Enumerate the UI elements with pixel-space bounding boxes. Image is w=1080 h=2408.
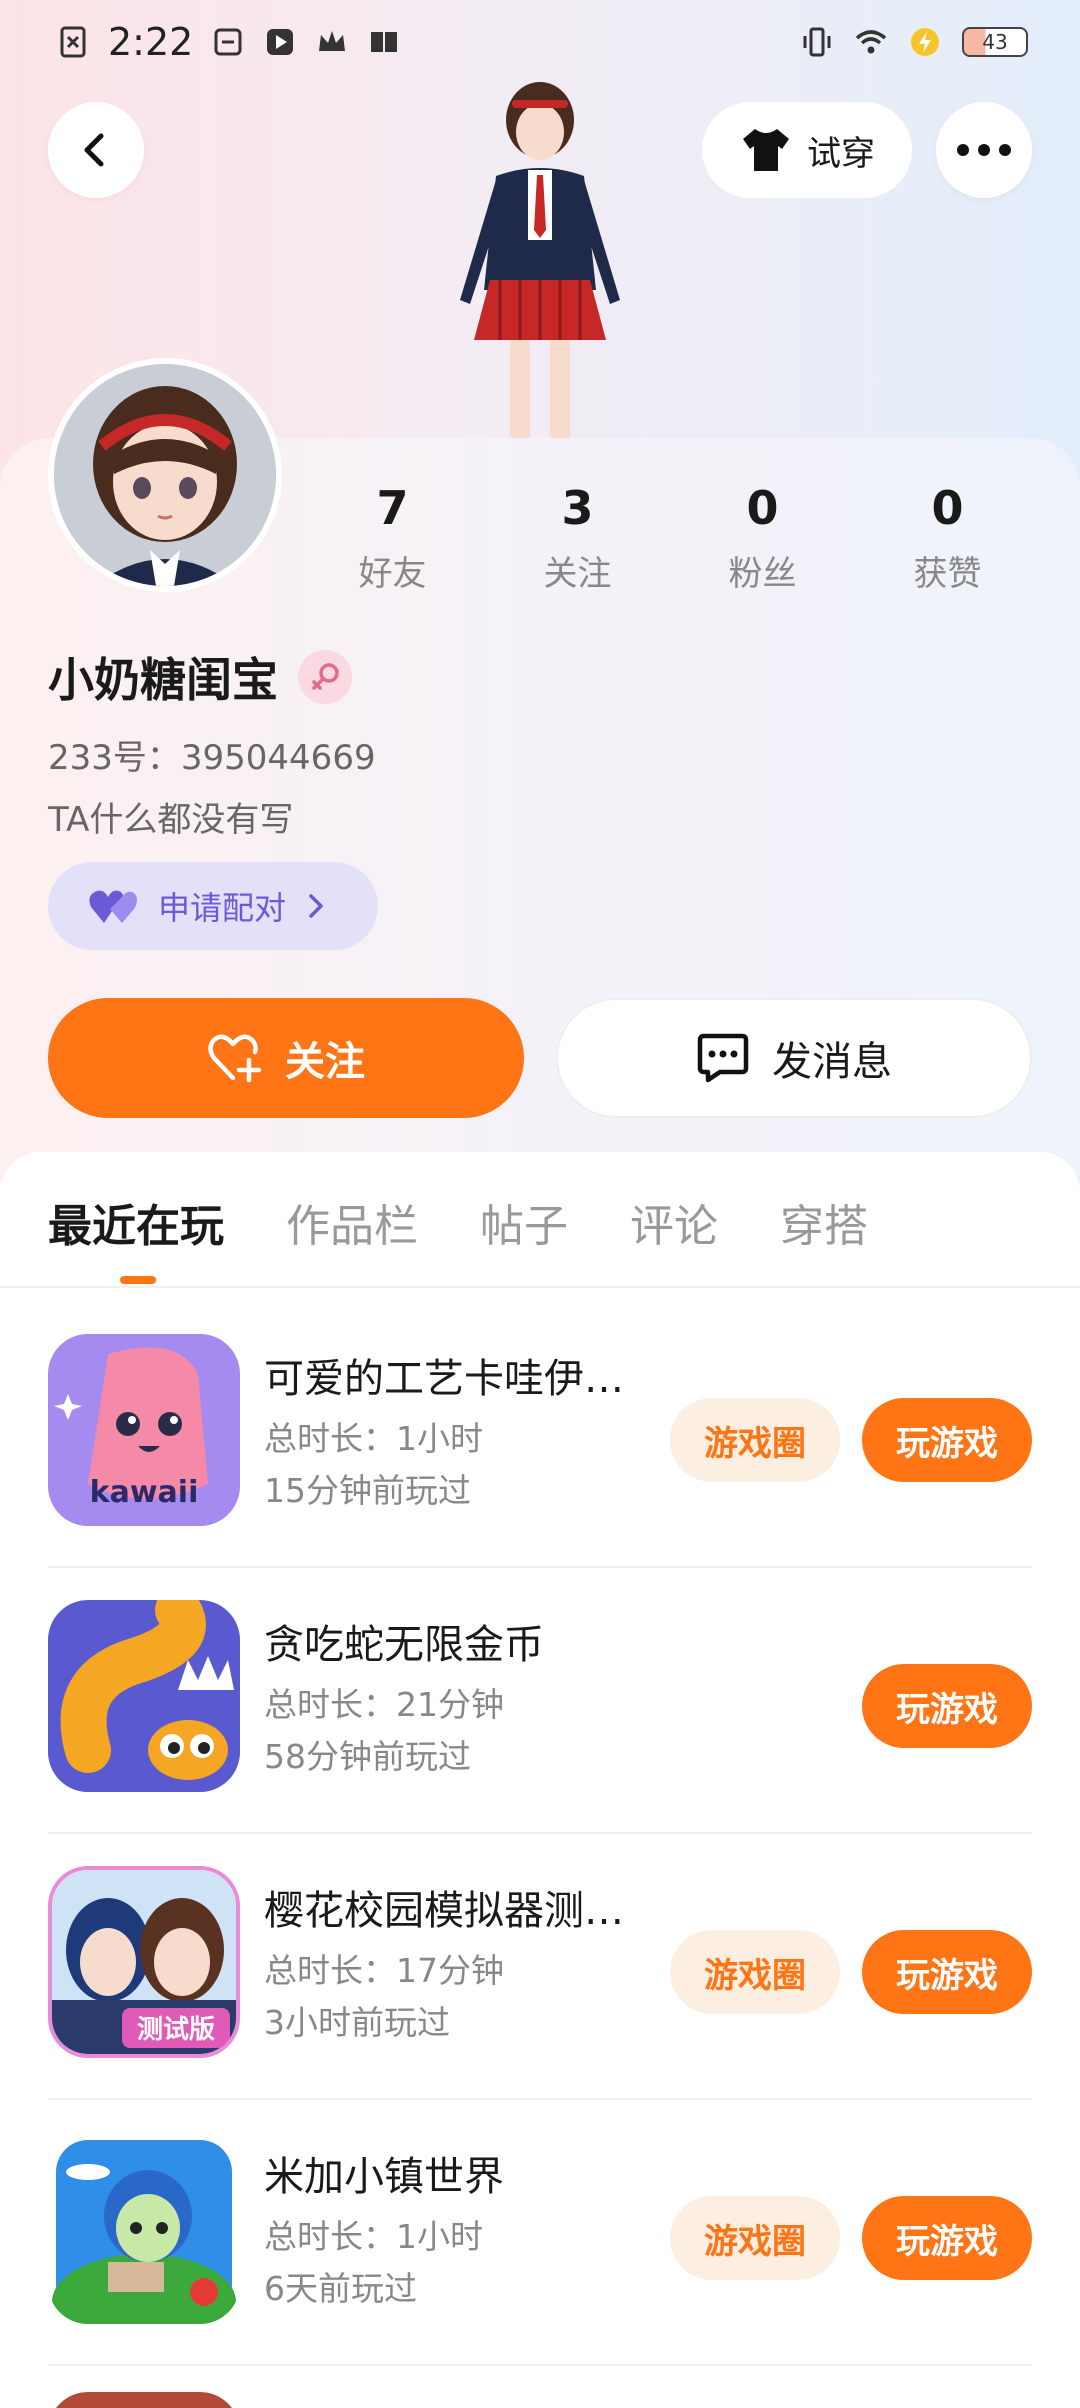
status-time: 2:22 [108, 20, 194, 64]
stat-following[interactable]: 3 关注 [485, 478, 670, 595]
stat-following-count: 3 [561, 481, 594, 535]
female-icon [298, 650, 352, 704]
bio: TA什么都没有写 [48, 800, 294, 840]
profile-tabs: 最近在玩 作品栏 帖子 评论 穿搭 [48, 1190, 868, 1254]
game-circle-button[interactable]: 游戏圈 [670, 2196, 840, 2280]
kawaii-icon-text: kawaii [90, 1475, 199, 1510]
test-version-icon-text: 测试版 [137, 2015, 215, 2045]
book-app-icon [371, 32, 398, 52]
stat-fans-count: 0 [746, 481, 779, 535]
play-game-button[interactable]: 玩游戏 [862, 1664, 1032, 1748]
game-title: 贪吃蛇无限金币 [264, 1622, 544, 1668]
charging-icon [911, 28, 939, 56]
more-button[interactable] [936, 102, 1032, 198]
more-dots-icon [957, 144, 1011, 156]
tab-comments[interactable]: 评论 [630, 1190, 718, 1254]
game-title: 可爱的工艺卡哇伊… [264, 1356, 624, 1402]
game-icon-partial[interactable] [48, 2392, 240, 2408]
stat-likes[interactable]: 0 获赞 [855, 478, 1040, 595]
game-duration: 总时长：17分钟 [264, 1951, 504, 1990]
avatar[interactable] [48, 358, 282, 592]
battery-indicator: 43 [962, 27, 1028, 57]
nickname-row: 小奶糖闺宝 [48, 644, 352, 710]
tab-posts[interactable]: 帖子 [480, 1190, 568, 1254]
game-last-played: 15分钟前玩过 [264, 1471, 471, 1510]
user-id: 233号：395044669 [48, 738, 376, 778]
play-game-button[interactable]: 玩游戏 [862, 1930, 1032, 2014]
status-bar: 2:22 43 [0, 0, 1080, 84]
game-icon-snake[interactable] [48, 1600, 240, 1792]
sim-off-icon [60, 26, 86, 58]
game-row[interactable]: kawaii 可爱的工艺卡哇伊… 总时长：1小时 15分钟前玩过 游戏圈 玩游戏 [0, 1302, 1080, 1568]
tab-works[interactable]: 作品栏 [286, 1190, 418, 1254]
follow-label: 关注 [285, 1039, 365, 1085]
tab-divider [0, 1286, 1080, 1288]
game-duration: 总时长：21分钟 [264, 1685, 504, 1724]
stat-friends[interactable]: 7 好友 [300, 478, 485, 595]
tab-outfits[interactable]: 穿搭 [780, 1190, 868, 1254]
stat-following-label: 关注 [543, 554, 612, 594]
stat-fans[interactable]: 0 粉丝 [670, 478, 855, 595]
profile-stats: 7 好友 3 关注 0 粉丝 0 获赞 [300, 478, 1040, 595]
play-game-button[interactable]: 玩游戏 [862, 2196, 1032, 2280]
heart-pair-icon [89, 890, 137, 923]
stat-friends-count: 7 [376, 481, 409, 535]
chevron-right-icon [309, 894, 323, 918]
avatar-portrait [54, 364, 276, 586]
stat-friends-label: 好友 [358, 554, 427, 594]
stat-likes-label: 获赞 [913, 554, 982, 594]
tshirt-icon [743, 129, 789, 171]
send-message-button[interactable]: 发消息 [556, 998, 1032, 1118]
try-on-button[interactable]: 试穿 [702, 102, 912, 198]
play-app-icon [267, 29, 294, 55]
wifi-icon [855, 30, 887, 54]
crown-app-icon [319, 31, 346, 51]
game-last-played: 58分钟前玩过 [264, 1737, 471, 1776]
tab-recently-played[interactable]: 最近在玩 [48, 1190, 224, 1254]
game-title: 樱花校园模拟器测… [264, 1888, 624, 1934]
request-pair-button[interactable]: 申请配对 [48, 862, 378, 950]
vibrate-icon [803, 27, 831, 57]
game-duration: 总时长：1小时 [264, 2217, 483, 2256]
game-last-played: 3小时前玩过 [264, 2003, 450, 2042]
request-pair-label: 申请配对 [158, 889, 287, 927]
game-duration: 总时长：1小时 [264, 1419, 483, 1458]
game-last-played: 6天前玩过 [264, 2269, 417, 2308]
try-on-label: 试穿 [807, 133, 875, 174]
game-title: 米加小镇世界 [264, 2154, 504, 2200]
avatar-3d-figure [460, 82, 620, 440]
game-circle-button[interactable]: 游戏圈 [670, 1398, 840, 1482]
game-row[interactable]: 米加小镇世界 总时长：1小时 6天前玩过 游戏圈 玩游戏 [0, 2100, 1080, 2366]
nickname: 小奶糖闺宝 [48, 653, 278, 707]
chat-bubble-icon [697, 1033, 749, 1083]
game-icon-sakura-school[interactable]: 测试版 [48, 1866, 240, 2058]
game-circle-button[interactable]: 游戏圈 [670, 1930, 840, 2014]
game-row[interactable]: 贪吃蛇无限金币 总时长：21分钟 58分钟前玩过 玩游戏 [0, 1568, 1080, 1834]
send-message-label: 发消息 [772, 1039, 892, 1085]
active-tab-indicator [120, 1276, 156, 1284]
game-icon-kawaii[interactable]: kawaii [48, 1334, 240, 1526]
heart-plus-icon [208, 1034, 262, 1083]
screenshot-icon [214, 28, 242, 56]
game-icon-toca-world[interactable] [48, 2132, 240, 2324]
row-divider [48, 2364, 1032, 2366]
stat-fans-label: 粉丝 [728, 554, 797, 594]
chevron-left-icon [84, 133, 104, 167]
stat-likes-count: 0 [931, 481, 964, 535]
game-row[interactable]: 测试版 樱花校园模拟器测… 总时长：17分钟 3小时前玩过 游戏圈 玩游戏 [0, 1834, 1080, 2100]
back-button[interactable] [48, 102, 144, 198]
follow-button[interactable]: 关注 [48, 998, 524, 1118]
play-game-button[interactable]: 玩游戏 [862, 1398, 1032, 1482]
